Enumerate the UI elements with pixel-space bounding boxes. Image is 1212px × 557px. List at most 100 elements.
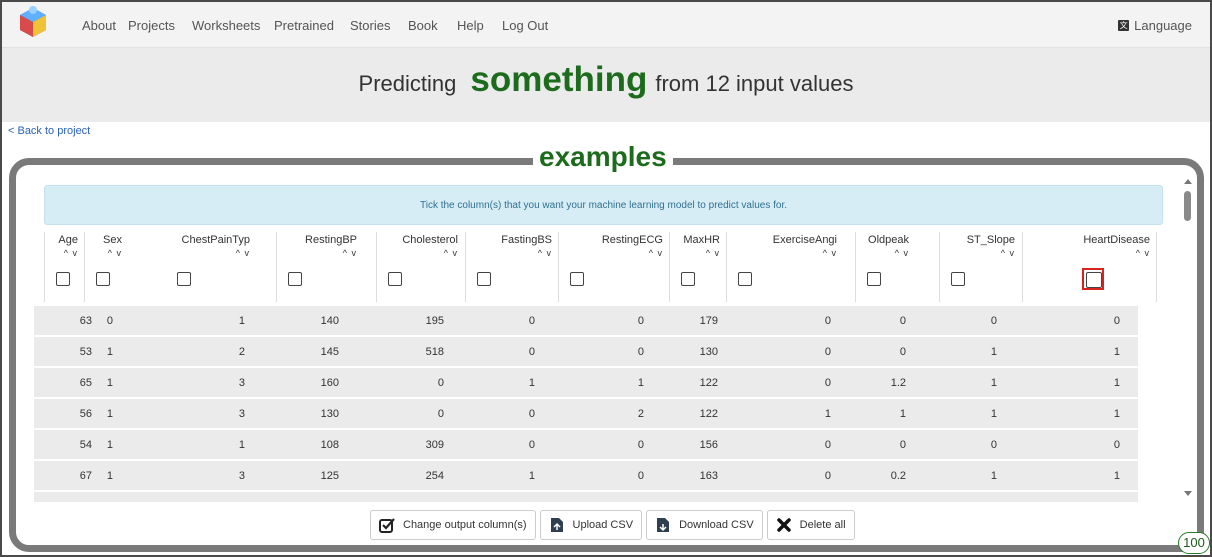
table-cell[interactable]: 65 [80,368,92,399]
table-cell[interactable]: 2 [239,337,245,368]
sort-icon[interactable]: ^ v [108,248,122,258]
sort-icon[interactable]: ^ v [538,248,552,258]
delete-all-button[interactable]: Delete all [766,510,855,540]
download-csv-button[interactable]: Download CSV [646,510,763,540]
predict-checkbox-sex[interactable] [96,272,110,286]
sort-icon[interactable]: ^ v [64,248,78,258]
table-cell[interactable]: 1.2 [891,368,906,399]
table-cell[interactable]: 0 [991,306,997,337]
table-cell[interactable]: 56 [80,399,92,430]
nav-logout[interactable]: Log Out [502,18,548,33]
table-cell[interactable]: 3 [239,368,245,399]
table-cell[interactable]: 125 [321,461,339,492]
table-cell[interactable]: 1 [991,368,997,399]
scroll-up-icon[interactable] [1184,179,1192,184]
back-to-project-link[interactable]: < Back to project [8,125,90,137]
table-cell[interactable]: 54 [80,430,92,461]
upload-csv-button[interactable]: Upload CSV [539,510,643,540]
table-cell[interactable]: 0 [825,306,831,337]
predict-checkbox-maxhr[interactable] [681,272,695,286]
table-cell[interactable]: 122 [700,399,718,430]
table-cell[interactable]: 148 [700,492,718,502]
sort-icon[interactable]: ^ v [1001,248,1015,258]
table-cell[interactable]: 163 [700,461,718,492]
table-cell[interactable]: 156 [700,430,718,461]
sort-icon[interactable]: ^ v [895,248,909,258]
table-cell[interactable]: 130 [700,337,718,368]
table-cell[interactable]: 1 [1114,399,1120,430]
predict-checkbox-fastingbs[interactable] [477,272,491,286]
scroll-down-icon[interactable] [1184,491,1192,496]
table-cell[interactable]: 1 [825,399,831,430]
table-cell[interactable]: 0 [825,461,831,492]
table-cell[interactable]: 0 [638,337,644,368]
change-output-columns-button[interactable]: Change output column(s) [370,510,536,540]
predict-checkbox-age[interactable] [56,272,70,286]
nav-worksheets[interactable]: Worksheets [192,18,260,33]
table-cell[interactable]: 63 [80,306,92,337]
table-cell[interactable]: 1 [107,492,113,502]
table-cell[interactable]: 1 [107,368,113,399]
sort-icon[interactable]: ^ v [444,248,458,258]
table-cell[interactable]: 1 [529,368,535,399]
table-cell[interactable]: 0 [638,461,644,492]
table-cell[interactable]: 179 [700,306,718,337]
table-cell[interactable]: 1 [638,368,644,399]
table-cell[interactable]: 0 [438,492,444,502]
table-cell[interactable]: 518 [426,337,444,368]
table-cell[interactable]: 0 [991,430,997,461]
table-cell[interactable]: 1 [1114,337,1120,368]
nav-about[interactable]: About [82,18,116,33]
predict-checkbox-oldpeak[interactable] [867,272,881,286]
table-cell[interactable]: 56 [80,492,92,502]
table-cell[interactable]: 1 [529,461,535,492]
app-logo-icon[interactable] [18,4,48,44]
table-cell[interactable]: 0 [529,430,535,461]
table-cell[interactable]: 1 [991,461,997,492]
table-cell[interactable]: 1 [239,306,245,337]
table-cell[interactable]: 1 [991,492,997,502]
predict-checkbox-restingbp[interactable] [288,272,302,286]
table-cell[interactable]: 0 [900,306,906,337]
table-cell[interactable]: 1 [107,337,113,368]
table-cell[interactable]: 0 [900,337,906,368]
predict-checkbox-st-slope[interactable] [951,272,965,286]
table-cell[interactable]: 3 [239,461,245,492]
predict-checkbox-restingecg[interactable] [570,272,584,286]
table-cell[interactable]: 0 [825,430,831,461]
table-cell[interactable]: 130 [321,399,339,430]
table-cell[interactable]: 309 [426,430,444,461]
table-cell[interactable]: 0 [825,492,831,502]
table-cell[interactable]: 122 [700,368,718,399]
table-cell[interactable]: 160 [321,368,339,399]
table-cell[interactable]: 0 [438,368,444,399]
table-cell[interactable]: 0 [638,430,644,461]
table-cell[interactable]: 1 [107,430,113,461]
table-cell[interactable]: 0 [825,337,831,368]
table-cell[interactable]: 0 [438,399,444,430]
table-cell[interactable]: 0 [529,492,535,502]
table-cell[interactable]: 120 [321,492,339,502]
sort-icon[interactable]: ^ v [236,248,250,258]
table-cell[interactable]: 1 [107,399,113,430]
nav-book[interactable]: Book [408,18,438,33]
vertical-scrollbar[interactable] [1181,175,1195,500]
table-cell[interactable]: 0 [900,430,906,461]
table-cell[interactable]: 0 [529,306,535,337]
predict-checkbox-exerciseangi[interactable] [738,272,752,286]
table-cell[interactable]: 0 [900,492,906,502]
table-cell[interactable]: 1 [900,399,906,430]
table-cell[interactable]: 1 [991,337,997,368]
table-cell[interactable]: 195 [426,306,444,337]
table-cell[interactable]: 0 [107,306,113,337]
table-cell[interactable]: 0 [638,306,644,337]
sort-icon[interactable]: ^ v [706,248,720,258]
table-cell[interactable]: 3 [239,399,245,430]
sort-icon[interactable]: ^ v [649,248,663,258]
table-cell[interactable]: 1 [1114,492,1120,502]
table-cell[interactable]: 67 [80,461,92,492]
table-cell[interactable]: 140 [321,306,339,337]
sort-icon[interactable]: ^ v [1136,248,1150,258]
table-cell[interactable]: 0 [1114,430,1120,461]
table-cell[interactable]: 1 [1114,368,1120,399]
